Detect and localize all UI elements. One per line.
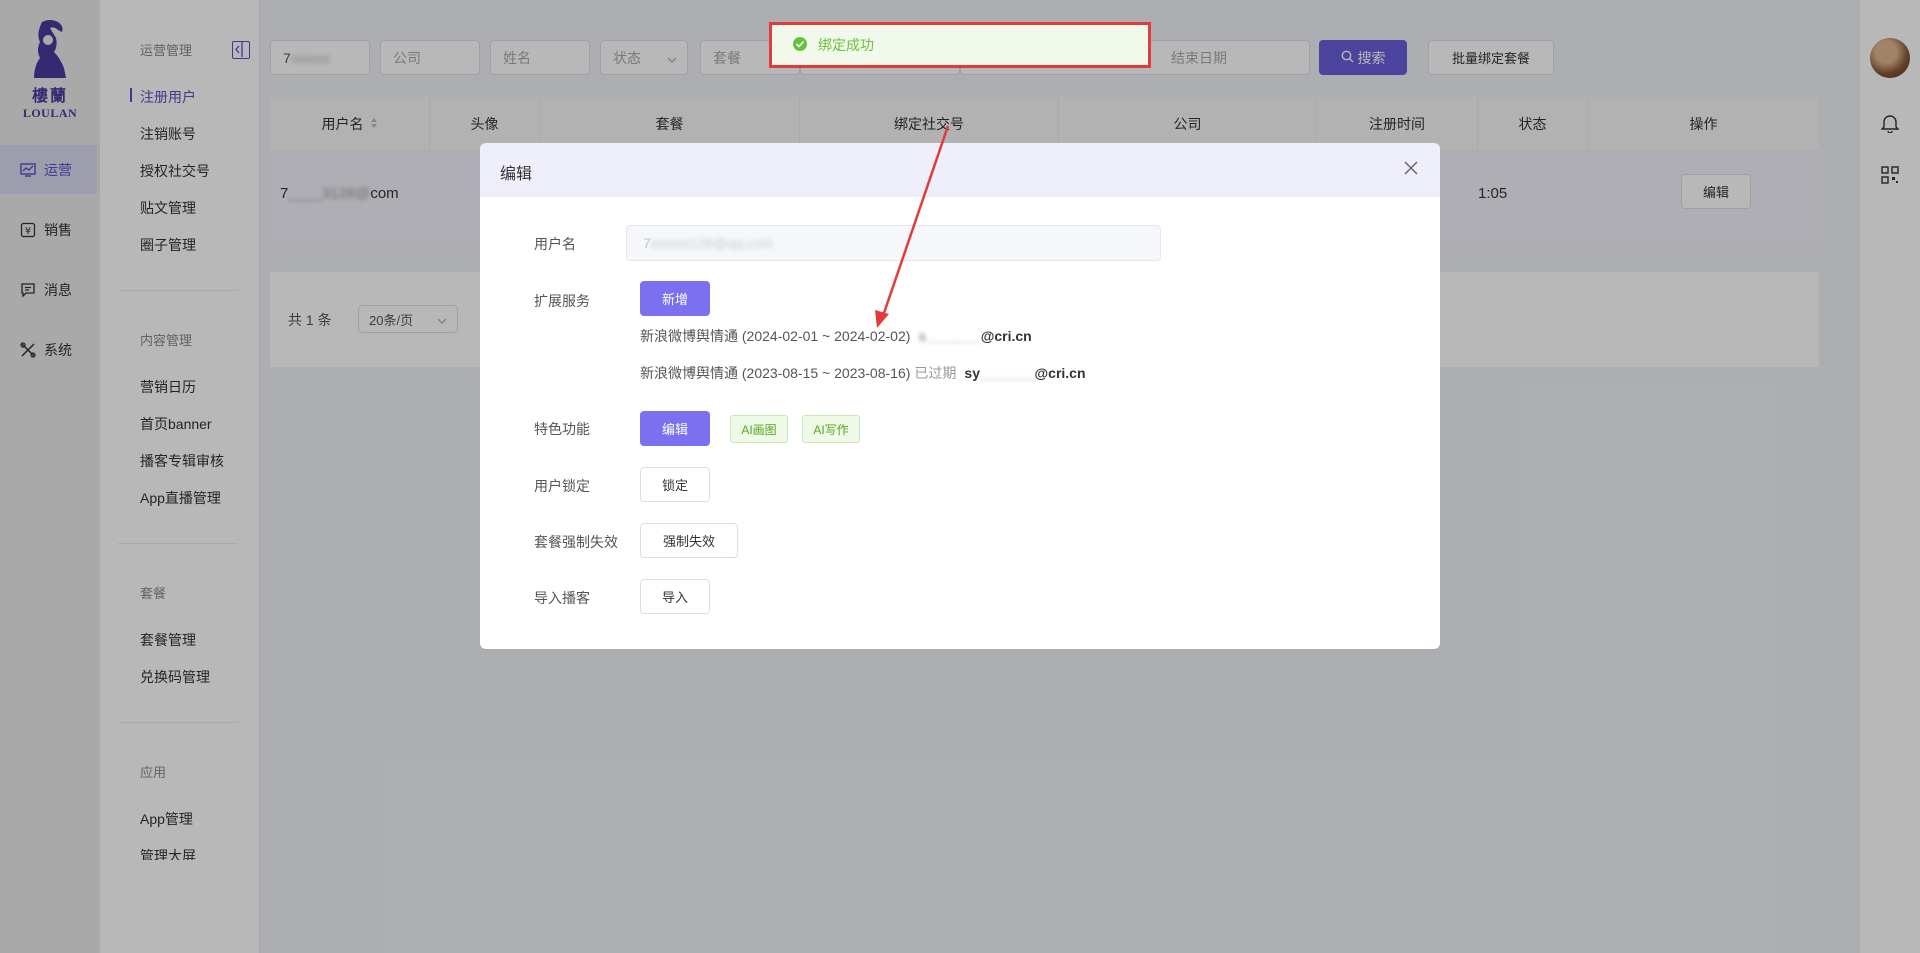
- lock-user-button[interactable]: 锁定: [640, 467, 710, 502]
- import-podcast-label: 导入播客: [534, 590, 590, 606]
- account-redaction: _______: [979, 365, 1035, 381]
- toast-message: 绑定成功: [818, 37, 874, 53]
- import-button[interactable]: 导入: [640, 579, 710, 614]
- feature-tag-ai-drawing: AI画图: [730, 415, 788, 443]
- close-icon[interactable]: [1404, 161, 1422, 179]
- user-lock-label: 用户锁定: [534, 478, 590, 494]
- service-item: 新浪微博舆情通 (2024-02-01 ~ 2024-02-02) s______…: [640, 326, 1032, 346]
- feature-tag-ai-writing: AI写作: [802, 415, 860, 443]
- dialog-title: 编辑: [500, 166, 533, 183]
- edit-features-button[interactable]: 编辑: [640, 411, 710, 446]
- username-field: 7 ooooo128@qq.com: [626, 225, 1161, 261]
- service-account-blur: sy: [964, 365, 980, 381]
- username-label: 用户名: [534, 236, 576, 252]
- features-label: 特色功能: [534, 421, 590, 437]
- force-expire-button[interactable]: 强制失效: [640, 523, 738, 558]
- username-field-blur: ooooo128@qq.com: [650, 235, 774, 251]
- extension-service-label: 扩展服务: [534, 293, 590, 309]
- service-account-visible: @cri.cn: [1034, 365, 1086, 381]
- username-field-start: 7: [643, 235, 651, 251]
- dialog-header: 编辑: [480, 143, 1440, 197]
- check-circle-icon: [792, 36, 808, 55]
- service-account-visible: @cri.cn: [980, 328, 1032, 344]
- force-expire-label: 套餐强制失效: [534, 534, 618, 550]
- success-toast: 绑定成功: [769, 22, 1151, 68]
- service-account: sy_______@cri.cn: [964, 365, 1085, 381]
- service-expired-label: 已过期: [914, 365, 957, 381]
- add-service-button[interactable]: 新增: [640, 281, 710, 316]
- account-redaction: _______: [926, 328, 981, 344]
- service-text: 新浪微博舆情通 (2024-02-01 ~ 2024-02-02): [640, 328, 911, 344]
- service-account: s_______@cri.cn: [918, 328, 1031, 344]
- service-text: 新浪微博舆情通 (2023-08-15 ~ 2023-08-16): [640, 365, 911, 381]
- edit-dialog: 编辑 用户名 7 ooooo128@qq.com 扩展服务 新增 新浪微博舆情通 …: [480, 143, 1440, 649]
- service-item: 新浪微博舆情通 (2023-08-15 ~ 2023-08-16) 已过期 sy__…: [640, 363, 1086, 383]
